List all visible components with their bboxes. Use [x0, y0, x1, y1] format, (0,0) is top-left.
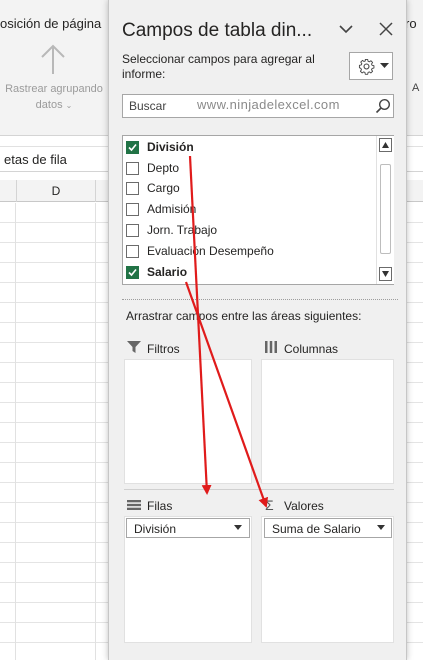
close-icon[interactable]	[375, 18, 397, 40]
field-item-jornada[interactable]: Jorn. Trabajo	[126, 220, 371, 240]
chevron-down-icon	[380, 63, 389, 68]
field-label: Jorn. Trabajo	[147, 223, 218, 237]
field-label: Evaluación Desempeño	[147, 244, 274, 258]
field-label: División	[147, 140, 194, 154]
field-checkbox[interactable]	[126, 182, 139, 195]
values-field-chip[interactable]: Suma de Salario	[264, 518, 392, 538]
field-list-scrollbar[interactable]	[376, 136, 394, 284]
field-label: Cargo	[147, 181, 180, 195]
scroll-up-button[interactable]	[379, 138, 392, 152]
rows-icon	[127, 500, 141, 510]
trace-grouping-label-2: datos ⌄	[35, 99, 73, 111]
chevron-down-icon: ⌄	[65, 101, 73, 110]
field-item-division[interactable]: División	[126, 137, 371, 157]
scroll-down-button[interactable]	[379, 267, 392, 281]
checkmark-icon	[128, 143, 137, 152]
field-label: Admisión	[147, 202, 197, 216]
values-chip-label: Suma de Salario	[272, 522, 361, 536]
rows-area-label: Filas	[147, 499, 173, 513]
field-item-depto[interactable]: Depto	[126, 158, 371, 178]
field-checkbox[interactable]	[126, 162, 139, 175]
field-checkbox[interactable]	[126, 245, 139, 258]
field-item-admision[interactable]: Admisión	[126, 199, 371, 219]
chevron-down-icon[interactable]	[335, 18, 357, 40]
field-checkbox[interactable]	[126, 141, 139, 154]
tools-gear-button[interactable]	[349, 52, 393, 80]
arrow-up-icon	[41, 44, 65, 74]
values-area-label: Valores	[284, 499, 324, 513]
areas-instruction: Arrastrar campos entre las áreas siguien…	[126, 309, 362, 323]
filters-area-label: Filtros	[147, 342, 180, 356]
filters-area[interactable]	[124, 359, 252, 484]
chevron-up-icon	[382, 142, 389, 148]
filter-icon	[127, 341, 141, 353]
sigma-icon: Σ	[265, 497, 274, 513]
field-checkbox[interactable]	[126, 203, 139, 216]
columns-area-label: Columnas	[284, 342, 339, 356]
chevron-down-icon[interactable]	[234, 525, 242, 531]
trace-grouping-label-1: Rastrear agrupando	[5, 83, 103, 95]
rows-chip-label: División	[134, 522, 177, 536]
column-header-d[interactable]: D	[16, 180, 96, 202]
ribbon-partial-label: A	[412, 82, 420, 94]
field-search-box[interactable]: www.ninjadelexcel.com	[122, 94, 394, 118]
trace-grouping-button[interactable]: Rastrear agrupando datos ⌄	[0, 81, 108, 114]
watermark-text: www.ninjadelexcel.com	[197, 97, 340, 112]
field-item-salario[interactable]: Salario	[126, 262, 371, 282]
chevron-down-icon	[382, 271, 389, 277]
field-label: Depto	[147, 161, 180, 175]
columns-area[interactable]	[261, 359, 394, 484]
pivot-fields-pane: Campos de tabla din... Seleccionar campo…	[108, 0, 407, 660]
field-item-cargo[interactable]: Cargo	[126, 178, 371, 198]
columns-icon	[265, 341, 277, 353]
field-item-evaluacion[interactable]: Evaluación Desempeño	[126, 241, 371, 261]
pane-instruction: Seleccionar campos para agregar al infor…	[122, 52, 315, 81]
formula-bar-text: etas de fila	[4, 152, 67, 167]
pane-title: Campos de tabla din...	[122, 20, 313, 41]
scroll-thumb[interactable]	[380, 164, 391, 254]
field-checkbox[interactable]	[126, 266, 139, 279]
pane-splitter[interactable]	[122, 299, 398, 300]
search-input[interactable]	[129, 98, 181, 114]
field-checkbox[interactable]	[126, 224, 139, 237]
chevron-down-icon[interactable]	[377, 525, 385, 531]
ribbon-tab-page-layout[interactable]: osición de página	[0, 16, 101, 31]
field-label: Salario	[147, 265, 188, 279]
checkmark-icon	[128, 268, 137, 277]
rows-field-chip[interactable]: División	[126, 518, 250, 538]
search-icon[interactable]	[375, 98, 391, 114]
gear-icon	[358, 58, 375, 75]
areas-separator	[124, 489, 394, 490]
field-list: División Depto Cargo Admisión Jorn. Trab…	[122, 135, 394, 285]
